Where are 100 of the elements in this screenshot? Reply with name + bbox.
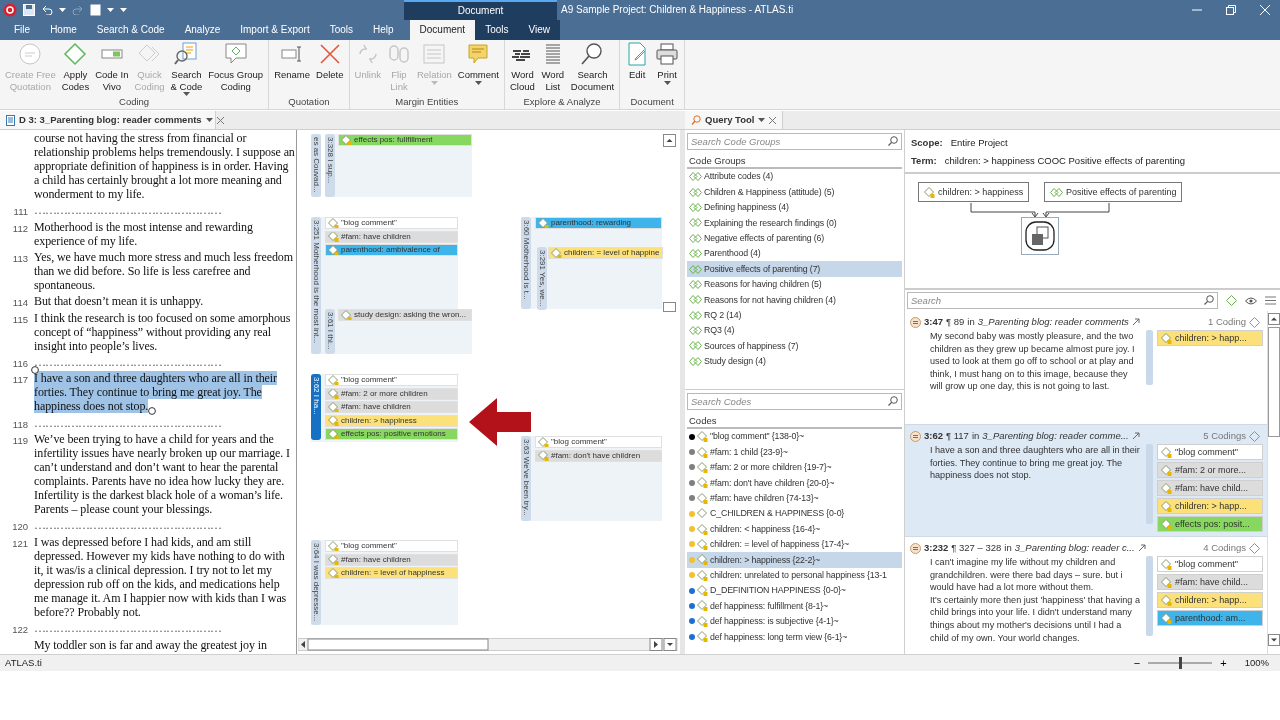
code-tag[interactable]: parenthood: rewarding (535, 217, 662, 229)
diamond-icon[interactable] (1226, 295, 1237, 306)
code-tag[interactable]: #fam: don't have children (535, 449, 662, 462)
quotation-bar[interactable]: 3:291 Yes, we... (537, 247, 547, 310)
ribbon-button[interactable]: Comment (454, 42, 502, 85)
code-item[interactable]: #fam: have children {74-13}~ (687, 490, 902, 506)
ribbon-button[interactable]: Focus Group Coding (205, 42, 267, 92)
diamond-icon[interactable] (1249, 316, 1260, 328)
ribbon-tab[interactable]: Tools (475, 20, 519, 40)
eye-icon[interactable] (1245, 296, 1257, 305)
code-group-item[interactable]: Sources of happiness (7) (687, 338, 902, 354)
ribbon-button[interactable]: Code In Vivo (92, 42, 132, 92)
ribbon-button[interactable]: Delete (313, 42, 347, 81)
open-link-icon[interactable] (1137, 544, 1146, 552)
code-tag[interactable]: #fam: have children (325, 230, 458, 243)
app-logo-icon[interactable] (3, 3, 17, 17)
code-item[interactable]: children: unrelated to personal happiness {13-1 (687, 567, 902, 583)
code-tag[interactable]: children: > happ... (1157, 498, 1263, 514)
ribbon-button[interactable]: Apply Codes (58, 42, 93, 92)
code-group-item[interactable]: Explaining the research findings (0) (687, 215, 902, 231)
ribbon-button[interactable]: Rename (271, 42, 314, 81)
code-tag[interactable]: "blog comment" (1157, 444, 1263, 460)
quotation-bar[interactable]: es as Couvad... (311, 134, 321, 197)
diamond-icon[interactable] (1249, 542, 1260, 554)
document-icon[interactable] (90, 4, 101, 16)
ribbon-button[interactable]: Word List (537, 42, 568, 92)
code-item[interactable]: #fam: 1 child {23-9}~ (687, 444, 902, 460)
code-tag[interactable]: children: > happ... (1157, 592, 1263, 608)
restore-icon[interactable] (1226, 5, 1236, 15)
quotation-card[interactable] (905, 425, 1267, 537)
code-tag[interactable]: children: > happ... (1157, 330, 1263, 346)
code-tag[interactable]: "blog comment" (1157, 556, 1263, 572)
code-tag[interactable]: "blog comment" (325, 540, 458, 552)
code-group-item[interactable]: Defining happiness (4) (687, 199, 902, 216)
code-tag[interactable]: children: = level of happiness (325, 567, 458, 580)
search-field[interactable]: Search Code Groups (687, 133, 902, 150)
code-tag[interactable]: parenthood: am... (1157, 610, 1263, 626)
ribbon-tab[interactable]: File (4, 20, 41, 40)
scroll-down-button[interactable] (1268, 634, 1280, 646)
code-tag[interactable]: effects pos: positive emotions (325, 428, 458, 441)
ribbon-tab[interactable]: Document (409, 20, 476, 40)
quotation-bar[interactable]: 3:62 I ha... (311, 374, 321, 440)
ribbon-button[interactable]: Search Document (567, 42, 618, 92)
code-item[interactable]: def happiness: long term view {6-1}~ (687, 629, 902, 645)
code-item[interactable]: children: < happiness {16-4}~ (687, 521, 902, 537)
menu-icon[interactable] (1265, 296, 1276, 305)
code-item[interactable]: children: > happiness {22-2}~ (687, 552, 902, 568)
code-item[interactable]: #fam: don't have children {20-0}~ (687, 475, 902, 491)
code-group-item[interactable]: RQ 2 (14) (687, 307, 902, 323)
code-tag[interactable]: "blog comment" (325, 374, 458, 386)
scroll-thumb[interactable] (1268, 327, 1280, 437)
ribbon-button[interactable]: Print (652, 42, 683, 85)
code-item[interactable]: def happiness: is subjective {4-1}~ (687, 613, 902, 630)
code-tag[interactable]: "blog comment" (325, 217, 458, 229)
code-group-item[interactable]: Negative effects of parenting (6) (687, 230, 902, 246)
code-tag[interactable]: #fam: have child... (1157, 480, 1263, 496)
code-group-item[interactable]: Study design (4) (687, 353, 902, 370)
code-group-item[interactable]: Reasons for not having children (4) (687, 292, 902, 308)
code-item[interactable]: C_CHILDREN & HAPPINESS {0-0} (687, 505, 902, 522)
code-tag[interactable]: #fam: have child... (1157, 574, 1263, 590)
ribbon-tab[interactable]: Search & Code (86, 20, 175, 40)
selection-handle-icon[interactable] (31, 366, 39, 375)
code-tag[interactable]: effects pos: posit... (1157, 516, 1263, 532)
search-field[interactable]: Search (907, 292, 1218, 309)
code-tag[interactable]: study design: asking the wron... (338, 309, 472, 321)
code-group-item[interactable]: Children & Happiness (attitude) (5) (687, 184, 902, 200)
zoom-out-button[interactable]: − (1129, 657, 1145, 669)
ribbon-button[interactable]: Search & Code (167, 42, 206, 96)
code-tag[interactable]: children: = level of happine (548, 247, 664, 259)
code-group-item[interactable]: Attribute codes (4) (687, 169, 902, 185)
code-tag[interactable]: #fam: 2 or more children (325, 387, 458, 400)
open-link-icon[interactable] (1131, 318, 1140, 326)
code-group-item[interactable]: Parenthood (4) (687, 245, 902, 262)
code-item[interactable]: children: = level of happiness {17-4}~ (687, 536, 902, 553)
search-field[interactable]: Search Codes (687, 393, 902, 410)
code-tag[interactable]: #fam: have children (325, 401, 458, 414)
code-tag[interactable]: "blog comment" (535, 436, 662, 448)
scroll-up-button[interactable] (1268, 313, 1280, 325)
code-tag[interactable]: #fam: 2 or more... (1157, 462, 1263, 478)
scrollbar[interactable] (298, 638, 678, 651)
ribbon-tab[interactable]: Home (40, 20, 87, 40)
scroll-up-button[interactable] (663, 134, 676, 147)
close-icon[interactable] (216, 116, 224, 124)
ribbon-tab[interactable]: Tools (319, 20, 364, 40)
quotation-bar[interactable]: 3:64 I was depresse... (311, 540, 321, 625)
code-item[interactable]: #fam: 2 or more children {19-7}~ (687, 459, 902, 476)
code-group-item[interactable]: Reasons for having children (5) (687, 276, 902, 293)
close-icon[interactable] (769, 116, 777, 124)
ribbon-tab[interactable]: Analyze (174, 20, 231, 40)
code-item[interactable]: D_DEFINITION HAPPINESS {0-0}~ (687, 582, 902, 599)
code-tag[interactable]: children: > happiness (325, 414, 458, 427)
code-item[interactable]: "blog comment" {138-0}~ (687, 429, 902, 445)
quotation-bar[interactable]: 3:328 I sup... (325, 134, 335, 197)
quotation-bar[interactable]: 3:61 I thi... (325, 309, 335, 354)
ribbon-button[interactable]: Edit (622, 42, 653, 81)
selection-handle-icon[interactable] (148, 407, 156, 416)
ribbon-button[interactable]: Word Cloud (507, 42, 538, 92)
quotation-bar[interactable]: 3:251 Motherhood is the most int... (311, 217, 321, 354)
slider-thumb[interactable] (1179, 657, 1183, 669)
undo-icon[interactable] (41, 5, 53, 15)
